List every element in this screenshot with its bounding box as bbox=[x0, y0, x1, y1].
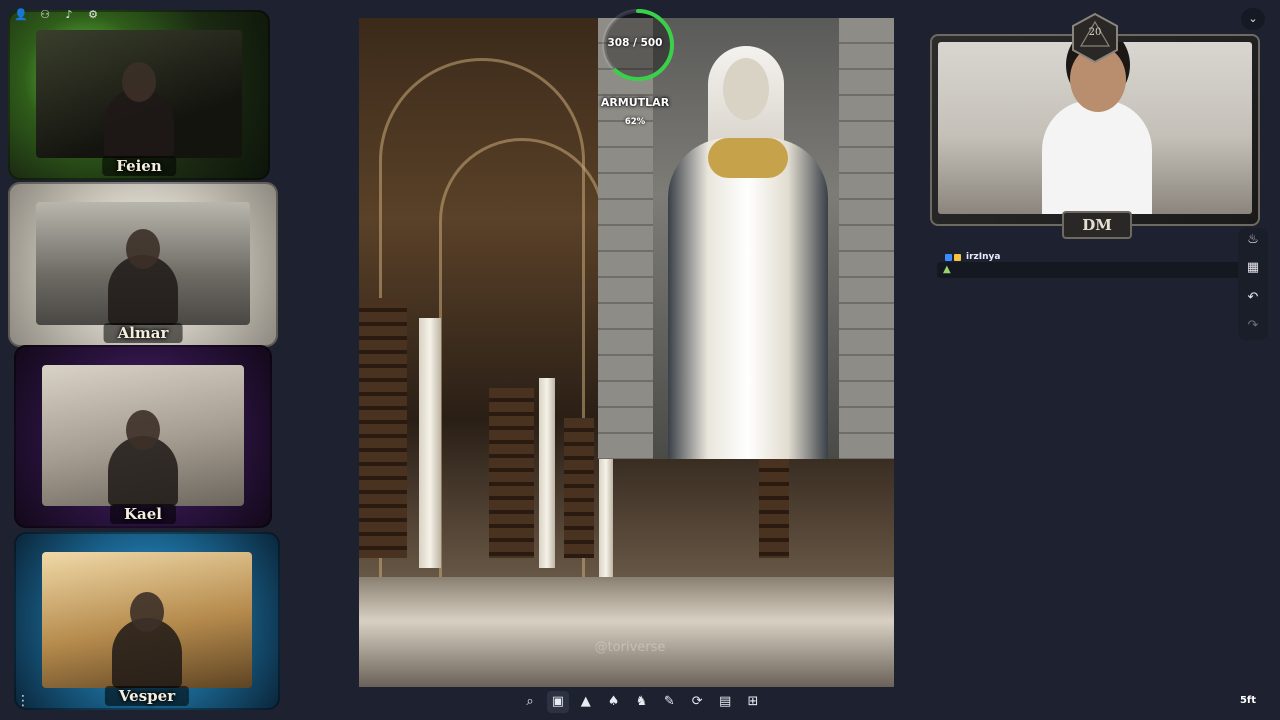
player-camera bbox=[42, 552, 252, 688]
bell-icon[interactable]: ♠ bbox=[603, 691, 625, 713]
grid-icon[interactable]: ⊞ bbox=[742, 691, 764, 713]
chat-badge-icon bbox=[954, 253, 961, 261]
music-icon[interactable]: ♪ bbox=[62, 8, 76, 22]
scene-pillar bbox=[539, 378, 555, 568]
scene-bookshelf bbox=[489, 388, 534, 558]
mountain-icon[interactable]: ▲ bbox=[575, 691, 597, 713]
scene-bookshelf bbox=[564, 418, 594, 558]
bottom-toolbar: ⌕ ▣ ▲ ♠ ♞ ✎ ⟳ ▤ ⊞ bbox=[515, 688, 768, 716]
player-frame-vesper[interactable]: Vesper bbox=[14, 532, 280, 710]
scene-floor bbox=[359, 577, 894, 687]
right-tool-column: ♨ ▦ ↶ ↷ bbox=[1238, 228, 1268, 340]
dm-camera bbox=[938, 42, 1252, 214]
pencil-icon[interactable]: ✎ bbox=[658, 691, 680, 713]
chat-username[interactable]: irzInya bbox=[966, 252, 1000, 262]
fire-icon[interactable]: ♨ bbox=[1243, 230, 1263, 250]
d20-icon bbox=[1072, 12, 1118, 64]
collapse-chevron-button[interactable]: ⌄ bbox=[1241, 8, 1265, 30]
player-name: Vesper bbox=[104, 686, 190, 706]
scene-bookshelf bbox=[359, 298, 407, 558]
scene-watermark: @toriverse bbox=[594, 640, 666, 655]
d20-number: 20 bbox=[1088, 27, 1102, 38]
users-icon[interactable]: ⚇ bbox=[38, 8, 52, 22]
dm-avatar bbox=[1042, 46, 1152, 214]
top-left-toolbar: 👤 ⚇ ♪ ⚙ bbox=[14, 8, 100, 22]
chat-panel: irzInya ▲ bbox=[937, 250, 1241, 280]
player-name: Feien bbox=[102, 156, 176, 176]
search-icon[interactable]: ⌕ bbox=[519, 691, 541, 713]
user-icon[interactable]: 👤 bbox=[14, 8, 28, 22]
chat-user-row: irzInya bbox=[945, 252, 1000, 262]
undo-icon[interactable]: ↶ bbox=[1243, 288, 1263, 308]
player-avatar bbox=[112, 618, 182, 688]
portrait-robe bbox=[668, 138, 828, 459]
player-frame-feien[interactable]: Feien bbox=[8, 10, 270, 180]
player-avatar bbox=[108, 436, 178, 506]
token-percent: 62% bbox=[624, 117, 646, 127]
chat-badge-icon bbox=[945, 253, 952, 261]
player-frame-kael[interactable]: Kael bbox=[14, 345, 272, 528]
dm-label: DM bbox=[1062, 211, 1132, 239]
player-camera bbox=[36, 202, 250, 325]
player-avatar bbox=[104, 88, 174, 158]
settings-icon[interactable]: ⚙ bbox=[86, 8, 100, 22]
redo-icon[interactable]: ↷ bbox=[1243, 316, 1263, 336]
player-camera bbox=[36, 30, 242, 158]
chat-emote-icon: ▲ bbox=[943, 264, 951, 275]
horse-icon[interactable]: ♞ bbox=[631, 691, 653, 713]
portrait-wall bbox=[839, 18, 894, 459]
chat-message: ▲ bbox=[937, 262, 1241, 278]
image-icon[interactable]: ▣ bbox=[546, 691, 569, 713]
portrait-head bbox=[723, 58, 769, 120]
player-name: Almar bbox=[103, 323, 183, 343]
player-name: Kael bbox=[110, 504, 176, 524]
player-camera bbox=[42, 365, 244, 506]
note-icon[interactable]: ▤ bbox=[714, 691, 736, 713]
scene-bookshelf bbox=[759, 458, 789, 558]
player-frame-almar[interactable]: Almar bbox=[8, 182, 278, 347]
hp-value: 308 / 500 bbox=[607, 37, 663, 49]
scale-readout[interactable]: 5ft bbox=[1234, 692, 1262, 710]
refresh-icon[interactable]: ⟳ bbox=[686, 691, 708, 713]
scene-pillar bbox=[599, 438, 613, 578]
building-icon[interactable]: ▦ bbox=[1243, 258, 1263, 278]
scene-pillar bbox=[419, 318, 441, 568]
token-name: ARMUTLAR bbox=[600, 96, 670, 109]
more-menu-icon[interactable]: ⋮ bbox=[16, 692, 30, 710]
player-avatar bbox=[108, 255, 178, 325]
